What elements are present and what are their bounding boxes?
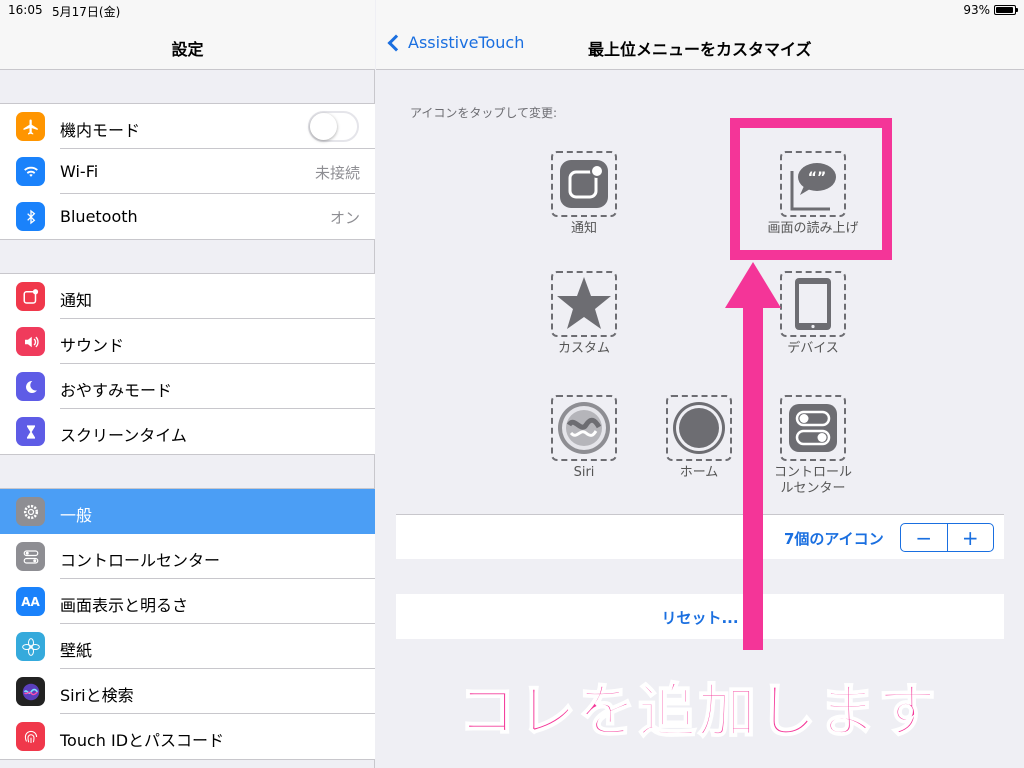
- sidebar-item-do-not-disturb[interactable]: おやすみモード: [0, 364, 375, 409]
- back-button-label: AssistiveTouch: [408, 33, 525, 52]
- status-date: 5月17日(金): [52, 5, 121, 19]
- settings-group-notifications: 通知 サウンド おやすみモード スクリーンタイム: [0, 273, 375, 455]
- chevron-left-icon: [387, 34, 405, 51]
- sidebar-item-control-center[interactable]: コントロールセンター: [0, 534, 375, 579]
- sidebar-item-label: 機内モード: [60, 121, 141, 140]
- sidebar-item-wallpaper[interactable]: 壁紙: [0, 624, 375, 669]
- tile-label: 通知: [570, 221, 597, 236]
- status-bar: 16:05 5月17日(金) 93%: [0, 0, 1024, 20]
- control-center-icon: [780, 395, 846, 461]
- annotation-arrow: [743, 300, 763, 650]
- sidebar-item-notifications[interactable]: 通知: [0, 274, 375, 319]
- page-title: 最上位メニューをカスタマイズ: [588, 40, 812, 59]
- icon-count-stepper[interactable]: − +: [900, 523, 994, 552]
- menu-tile-control-center[interactable]: コントロール ルセンター: [753, 395, 873, 497]
- fingerprint-icon: [16, 722, 45, 751]
- battery-percent: 93%: [963, 3, 990, 17]
- sidebar-item-bluetooth[interactable]: Bluetooth オン: [0, 194, 375, 239]
- hint-text: アイコンをタップして変更:: [410, 106, 558, 120]
- sidebar-item-siri[interactable]: Siriと検索: [0, 669, 375, 714]
- icon-count-row: 7個のアイコン − +: [396, 514, 1004, 559]
- sidebar-item-label: サウンド: [60, 336, 125, 355]
- sidebar-item-label: Wi-Fi: [60, 162, 99, 181]
- settings-group-general: 一般 コントロールセンター AA 画面表示と明るさ 壁紙 Siriと検索 Tou…: [0, 488, 375, 760]
- tile-label: ホーム: [679, 465, 719, 480]
- annotation-highlight-box: [730, 118, 892, 260]
- sidebar-item-display[interactable]: AA 画面表示と明るさ: [0, 579, 375, 624]
- sidebar-item-label: 画面表示と明るさ: [60, 596, 189, 615]
- ipad-icon: [780, 271, 846, 337]
- menu-tile-siri[interactable]: Siri: [524, 395, 644, 481]
- status-time: 16:05: [8, 3, 43, 17]
- notification-icon: [16, 282, 45, 311]
- sidebar-title: 設定: [171, 40, 204, 59]
- sidebar-item-label: 壁紙: [60, 641, 93, 660]
- moon-icon: [16, 372, 45, 401]
- sidebar-item-touch-id[interactable]: Touch IDとパスコード: [0, 714, 375, 759]
- airplane-mode-toggle[interactable]: [308, 111, 359, 142]
- back-button[interactable]: AssistiveTouch: [386, 33, 524, 52]
- star-icon: [551, 271, 617, 337]
- reset-button-label: リセット...: [661, 609, 739, 627]
- sidebar-item-wifi[interactable]: Wi-Fi 未接続: [0, 149, 375, 194]
- home-button-icon: [666, 395, 732, 461]
- wifi-icon: [16, 157, 45, 186]
- speaker-icon: [16, 327, 45, 356]
- menu-tile-notifications[interactable]: 通知: [524, 151, 644, 237]
- bluetooth-status: オン: [329, 209, 360, 227]
- tile-label: デバイス: [787, 341, 839, 356]
- reset-button[interactable]: リセット...: [396, 594, 1004, 639]
- battery-icon: [994, 5, 1018, 15]
- sidebar-item-airplane-mode[interactable]: 機内モード: [0, 104, 375, 149]
- control-center-icon: [16, 542, 45, 571]
- menu-tile-home[interactable]: ホーム: [639, 395, 759, 481]
- tile-label: コントロール ルセンター: [773, 465, 852, 496]
- icon-count-label: 7個のアイコン: [784, 530, 884, 548]
- decrement-button[interactable]: −: [901, 524, 947, 551]
- annotation-text: コレを追加します: [457, 676, 939, 746]
- sidebar-item-screen-time[interactable]: スクリーンタイム: [0, 409, 375, 454]
- settings-group-connectivity: 機内モード Wi-Fi 未接続 Bluetooth オン: [0, 103, 375, 240]
- wifi-status: 未接続: [314, 164, 360, 182]
- display-icon: AA: [16, 587, 45, 616]
- sidebar-item-general[interactable]: 一般: [0, 489, 375, 534]
- sidebar-item-sounds[interactable]: サウンド: [0, 319, 375, 364]
- airplane-icon: [16, 112, 45, 141]
- sidebar-item-label: おやすみモード: [60, 381, 173, 400]
- hourglass-icon: [16, 417, 45, 446]
- bluetooth-icon: [16, 202, 45, 231]
- increment-button[interactable]: +: [948, 524, 994, 551]
- notification-icon: [551, 151, 617, 217]
- sidebar-item-label: Siriと検索: [60, 686, 134, 705]
- gear-icon: [16, 497, 45, 526]
- sidebar-item-label: コントロールセンター: [60, 551, 221, 570]
- wallpaper-icon: [16, 632, 45, 661]
- siri-icon: [551, 395, 617, 461]
- settings-sidebar: 設定 機内モード Wi-Fi 未接続 Bluetooth オン 通知 サウンド …: [0, 0, 375, 768]
- detail-pane: AssistiveTouch 最上位メニューをカスタマイズ アイコンをタップして…: [376, 0, 1024, 768]
- sidebar-item-label: 通知: [60, 291, 93, 310]
- sidebar-item-label: Touch IDとパスコード: [60, 731, 225, 750]
- siri-icon: [16, 677, 45, 706]
- menu-tile-custom[interactable]: カスタム: [524, 271, 644, 357]
- tile-label: カスタム: [557, 341, 610, 356]
- sidebar-item-label: 一般: [60, 506, 93, 525]
- sidebar-item-label: Bluetooth: [60, 207, 138, 226]
- sidebar-item-label: スクリーンタイム: [60, 426, 187, 445]
- tile-label: Siri: [573, 465, 595, 480]
